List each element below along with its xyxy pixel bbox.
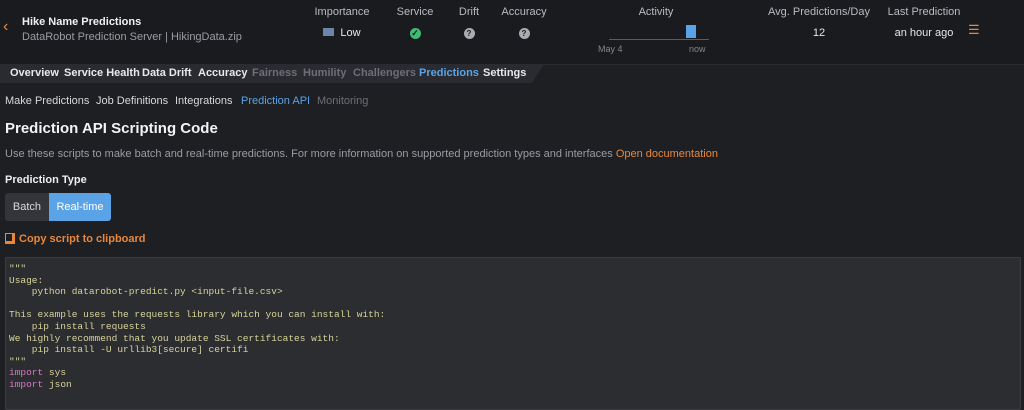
- activity-bar[interactable]: [686, 25, 696, 38]
- copy-script-label: Copy script to clipboard: [19, 233, 146, 245]
- activity-start-label: May 4: [598, 44, 623, 54]
- code-line: This example uses the requests library w…: [9, 309, 386, 321]
- open-documentation-link[interactable]: Open documentation: [616, 148, 718, 160]
- code-line: python datarobot-predict.py <input-file.…: [9, 286, 283, 298]
- tab-settings[interactable]: Settings: [483, 67, 526, 79]
- code-line: Usage:: [9, 274, 44, 286]
- page-description: Use these scripts to make batch and real…: [5, 148, 718, 160]
- prediction-type-batch-button[interactable]: Batch: [5, 193, 49, 221]
- prediction-type-realtime-button[interactable]: Real-time: [49, 193, 111, 221]
- subnav-monitoring[interactable]: Monitoring: [317, 95, 368, 107]
- last-prediction-column: Last Prediction an hour ago: [886, 6, 962, 40]
- importance-column: Importance Low: [311, 6, 373, 40]
- activity-label: Activity: [638, 6, 674, 18]
- code-line: """: [9, 355, 27, 367]
- chevron-left-icon[interactable]: ‹: [3, 18, 8, 36]
- code-line: """: [9, 263, 27, 274]
- importance-label: Importance: [314, 6, 370, 18]
- check-circle-icon[interactable]: ✓: [409, 28, 421, 39]
- subnav-prediction-api[interactable]: Prediction API: [241, 95, 310, 107]
- script-code-block[interactable]: """ Usage: python datarobot-predict.py <…: [5, 257, 1021, 410]
- deployment-header: ‹ Hike Name Predictions DataRobot Predic…: [0, 0, 1024, 65]
- hamburger-menu-icon[interactable]: ☰: [968, 22, 980, 38]
- code-line: We highly recommend that you update SSL …: [9, 332, 340, 344]
- subnav-job-definitions[interactable]: Job Definitions: [96, 95, 168, 107]
- activity-column: Activity: [635, 6, 677, 18]
- code-line: pip install requests: [9, 320, 146, 332]
- prediction-type-label: Prediction Type: [5, 174, 87, 186]
- deployment-name: Hike Name Predictions: [22, 16, 142, 28]
- last-prediction-value: an hour ago: [894, 27, 954, 39]
- accuracy-column: Accuracy ?: [500, 6, 548, 40]
- code-line: pip install -U urllib3[secure] certifi: [9, 344, 249, 356]
- tab-predictions[interactable]: Predictions: [419, 67, 479, 79]
- subnav-integrations[interactable]: Integrations: [175, 95, 232, 107]
- importance-value: Low: [340, 27, 361, 39]
- question-circle-icon[interactable]: ?: [463, 28, 475, 39]
- copy-icon: [5, 232, 15, 244]
- last-prediction-label: Last Prediction: [887, 6, 961, 18]
- accuracy-label: Accuracy: [501, 6, 547, 18]
- tab-humility[interactable]: Humility: [303, 67, 346, 79]
- tab-overview[interactable]: Overview: [10, 67, 59, 79]
- code-line-import: import json: [9, 378, 72, 390]
- page-title: Prediction API Scripting Code: [5, 120, 218, 137]
- avg-predictions-label: Avg. Predictions/Day: [768, 6, 870, 18]
- avg-predictions-value: 12: [812, 27, 826, 39]
- service-column: Service ✓: [393, 6, 437, 40]
- deployment-tabs: Overview Service Health Data Drift Accur…: [0, 64, 532, 83]
- activity-end-label: now: [689, 44, 706, 54]
- avg-predictions-column: Avg. Predictions/Day 12: [768, 6, 870, 40]
- service-label: Service: [396, 6, 434, 18]
- tabs-edge: [532, 64, 544, 83]
- tab-service-health[interactable]: Service Health: [64, 67, 140, 79]
- tab-accuracy[interactable]: Accuracy: [198, 67, 248, 79]
- tab-data-drift[interactable]: Data Drift: [142, 67, 192, 79]
- tab-fairness[interactable]: Fairness: [252, 67, 297, 79]
- question-circle-icon[interactable]: ?: [518, 28, 530, 39]
- activity-timeline: [609, 39, 709, 40]
- drift-label: Drift: [458, 6, 480, 18]
- subnav-make-predictions[interactable]: Make Predictions: [5, 95, 89, 107]
- importance-bars-icon: [323, 28, 335, 37]
- tab-challengers[interactable]: Challengers: [353, 67, 416, 79]
- description-text: Use these scripts to make batch and real…: [5, 148, 613, 160]
- drift-column: Drift ?: [454, 6, 484, 40]
- code-line-import: import sys: [9, 367, 67, 379]
- copy-script-button[interactable]: Copy script to clipboard: [5, 232, 146, 245]
- deployment-subtitle: DataRobot Prediction Server | HikingData…: [22, 31, 242, 43]
